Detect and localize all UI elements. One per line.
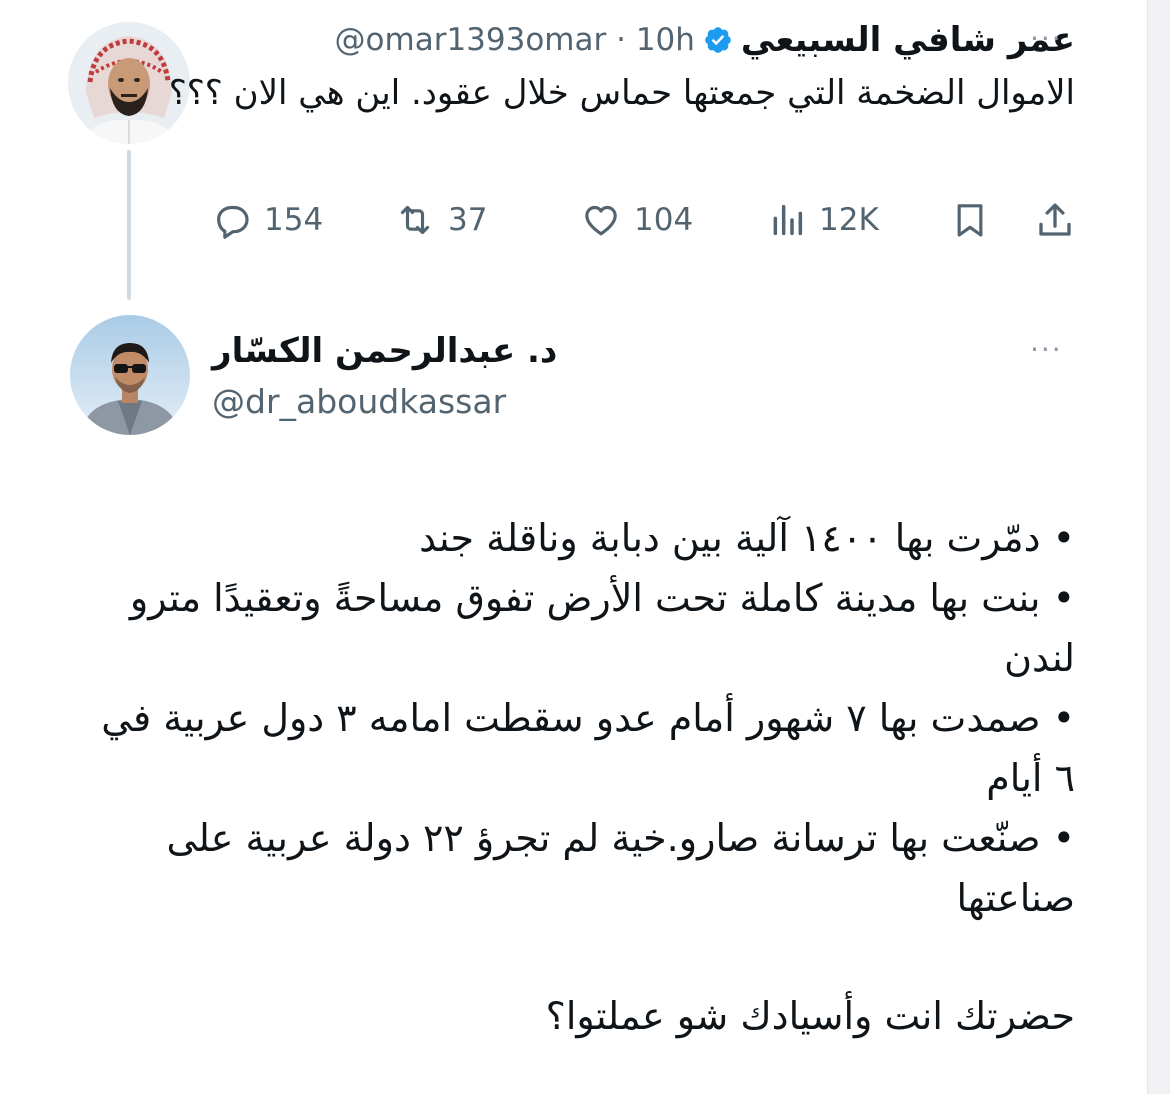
tweet1-header: عمر شافي السبيعي @omar1393omar · 10h xyxy=(335,18,1075,62)
share-button[interactable] xyxy=(1034,192,1076,248)
bookmark-button[interactable] xyxy=(950,192,990,248)
retweet-button[interactable]: 37 xyxy=(394,192,487,248)
tweet2-bullet-2: • بنت بها مدينة كاملة تحت الأرض تفوق مسا… xyxy=(129,576,1075,680)
like-icon xyxy=(585,205,617,236)
views-button[interactable]: 12K xyxy=(767,192,879,248)
tweet1-more-icon[interactable]: ··· xyxy=(1030,22,1063,55)
tweet2-body: • دمّرت بها ١٤٠٠ آلية بين دبابة وناقلة ج… xyxy=(75,508,1075,1046)
reply-button[interactable]: 154 xyxy=(212,192,323,248)
avatar-dr-aboudkassar[interactable] xyxy=(70,315,190,435)
tweet2-handle[interactable]: @dr_aboudkassar xyxy=(212,382,557,421)
like-count: 104 xyxy=(634,202,694,238)
tweet1-action-bar: 154 37 104 12K xyxy=(212,192,1082,248)
like-button[interactable]: 104 xyxy=(580,192,693,248)
retweet-icon xyxy=(400,205,430,235)
views-icon xyxy=(773,204,803,236)
tweet2-bullet-3: • صمدت بها ٧ شهور أمام عدو سقطت امامه ٣ … xyxy=(101,696,1075,800)
retweet-count: 37 xyxy=(448,202,488,238)
tweet1-handle-time[interactable]: @omar1393omar · 10h xyxy=(335,22,695,58)
tweet2-bullet-1: • دمّرت بها ١٤٠٠ آلية بين دبابة وناقلة ج… xyxy=(419,516,1075,560)
tweet1-author-name[interactable]: عمر شافي السبيعي xyxy=(741,20,1075,60)
tweet2-header: د. عبدالرحمن الكسّار @dr_aboudkassar xyxy=(212,328,557,421)
tweet2-more-icon[interactable]: ··· xyxy=(1030,333,1063,366)
thread-connector-line xyxy=(127,150,131,300)
views-count: 12K xyxy=(819,202,879,238)
share-icon xyxy=(1039,203,1071,236)
reply-count: 154 xyxy=(264,202,324,238)
tweet2-closing: حضرتك انت وأسيادك شو عملتوا؟ xyxy=(545,994,1075,1038)
bookmark-icon xyxy=(957,204,983,237)
page-edge-strip xyxy=(1147,0,1170,1094)
reply-icon xyxy=(217,205,249,239)
tweet2-author-name[interactable]: د. عبدالرحمن الكسّار xyxy=(212,328,557,374)
tweet1-text: الاموال الضخمة التي جمعتها حماس خلال عقو… xyxy=(168,73,1075,113)
tweet2-bullet-4: • صنّعت بها ترسانة صارو.خية لم تجرؤ ٢٢ د… xyxy=(166,816,1075,920)
verified-badge-icon xyxy=(705,27,731,53)
